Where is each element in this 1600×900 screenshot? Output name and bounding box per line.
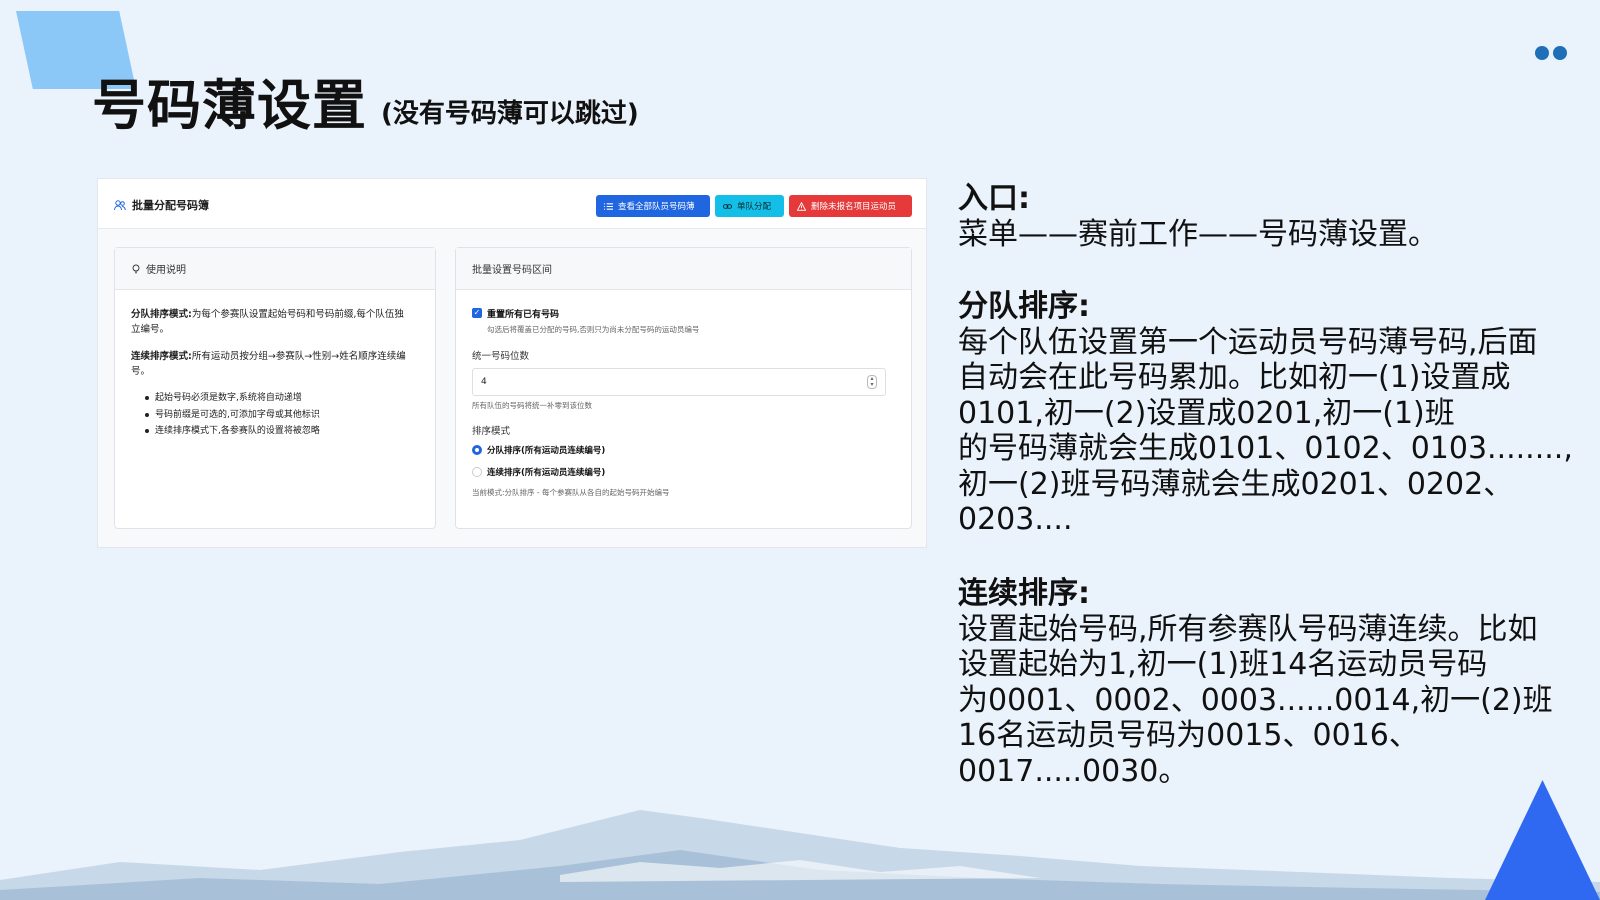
continuous-sort-heading: 连续排序: bbox=[958, 576, 1090, 611]
mountain-background bbox=[0, 810, 1600, 900]
batch-assign-panel: 批量分配号码簿 查看全部队员号码薄 单队分配 删除未报名项目运动员 使用说明 分… bbox=[97, 178, 927, 548]
link-icon bbox=[723, 203, 732, 209]
text-line: 0101,初一(2)设置成0201,初一(1)班 bbox=[958, 395, 1455, 431]
entry-text: 菜单——赛前工作——号码薄设置。 bbox=[958, 216, 1438, 252]
digits-input[interactable]: 4 ▴ ▾ bbox=[472, 368, 886, 396]
current-mode-text: 当前模式:分队排序 - 每个参赛队从各自的起始号码开始编号 bbox=[472, 488, 670, 497]
panel-title: 批量分配号码簿 bbox=[114, 197, 209, 213]
continuous-mode-description: 连续排序模式:所有运动员按分组→参赛队→性别→姓名顺序连续编 号。 bbox=[131, 351, 406, 377]
text-line: 初一(2)班号码薄就会生成0201、0202、 bbox=[958, 466, 1514, 502]
continuous-sort-radio[interactable] bbox=[472, 467, 482, 477]
slide-dots bbox=[1535, 46, 1567, 60]
team-mode-description: 分队排序模式:为每个参赛队设置起始号码和号码前缀,每个队伍独 立编号。 bbox=[131, 309, 404, 335]
batch-range-card: 批量设置号码区间 ✓ 重置所有已有号码 勾选后将覆盖已分配的号码,否则只为尚未分… bbox=[455, 247, 912, 529]
reset-numbers-checkbox[interactable]: ✓ bbox=[472, 308, 482, 318]
slide-subtitle: (没有号码薄可以跳过) bbox=[381, 99, 639, 129]
instructions-card: 使用说明 分队排序模式:为每个参赛队设置起始号码和号码前缀,每个队伍独 立编号。… bbox=[114, 247, 436, 529]
reset-numbers-label: 重置所有已有号码 bbox=[487, 310, 560, 320]
instruction-bullets: 起始号码必须是数字,系统将自动递增 号码前缀是可选的,可添加字母或其他标识 连续… bbox=[145, 390, 320, 440]
text-line: 0017.....0030。 bbox=[958, 753, 1189, 789]
text-line: 设置起始为1,初一(1)班14名运动员号码 bbox=[958, 647, 1488, 682]
list-item: 连续排序模式下,各参赛队的设置将被忽略 bbox=[145, 423, 320, 440]
slide-title: 号码薄设置 bbox=[92, 74, 367, 137]
team-sort-label: 分队排序(所有运动员连续编号) bbox=[487, 446, 606, 456]
continuous-sort-section: 连续排序: 设置起始号码,所有参赛队号码薄连续。比如 设置起始为1,初一(1)班… bbox=[958, 576, 1578, 789]
view-all-numbers-button[interactable]: 查看全部队员号码薄 bbox=[596, 195, 710, 217]
delete-unregistered-button[interactable]: 删除未报名项目运动员 bbox=[789, 195, 912, 217]
text-line: 自动会在此号码累加。比如初一(1)设置成 bbox=[958, 360, 1511, 395]
sort-mode-label: 排序模式 bbox=[472, 426, 511, 437]
text-line: 设置起始号码,所有参赛队号码薄连续。比如 bbox=[958, 611, 1538, 647]
digits-note: 所有队伍的号码将统一补零到该位数 bbox=[472, 401, 592, 410]
team-sort-section: 分队排序: 每个队伍设置第一个运动员号码薄号码,后面 自动会在此号码累加。比如初… bbox=[958, 289, 1578, 538]
text-line: 每个队伍设置第一个运动员号码薄号码,后面 bbox=[958, 324, 1538, 360]
text-line: 为0001、0002、0003......0014,初一(2)班 bbox=[958, 682, 1553, 718]
warning-icon bbox=[797, 201, 806, 211]
entry-heading: 入口: bbox=[958, 181, 1030, 216]
entry-section: 入口: 菜单——赛前工作——号码薄设置。 bbox=[958, 181, 1578, 252]
stepper-icon[interactable]: ▴ ▾ bbox=[867, 375, 877, 389]
digits-label: 统一号码位数 bbox=[472, 351, 530, 362]
reset-numbers-note: 勾选后将覆盖已分配的号码,否则只为尚未分配号码的运动员编号 bbox=[487, 325, 700, 334]
list-icon bbox=[604, 202, 613, 210]
list-item: 起始号码必须是数字,系统将自动递增 bbox=[145, 390, 320, 407]
text-line: 的号码薄就会生成0101、0102、0103........, bbox=[958, 431, 1573, 466]
team-sort-heading: 分队排序: bbox=[958, 289, 1090, 324]
panel-header: 批量分配号码簿 查看全部队员号码薄 单队分配 删除未报名项目运动员 bbox=[98, 179, 926, 229]
text-line: 0203.... bbox=[958, 502, 1073, 537]
text-line: 16名运动员号码为0015、0016、 bbox=[958, 718, 1419, 753]
single-team-assign-button[interactable]: 单队分配 bbox=[715, 195, 784, 217]
list-item: 号码前缀是可选的,可添加字母或其他标识 bbox=[145, 407, 320, 424]
continuous-sort-label: 连续排序(所有运动员连续编号) bbox=[487, 468, 606, 478]
lightbulb-icon bbox=[132, 264, 140, 273]
title-row: 号码薄设置 (没有号码薄可以跳过) bbox=[92, 74, 639, 138]
team-sort-radio[interactable] bbox=[472, 445, 482, 455]
users-icon bbox=[114, 200, 126, 211]
instructions-header: 使用说明 bbox=[115, 248, 435, 290]
batch-range-header: 批量设置号码区间 bbox=[456, 248, 911, 290]
